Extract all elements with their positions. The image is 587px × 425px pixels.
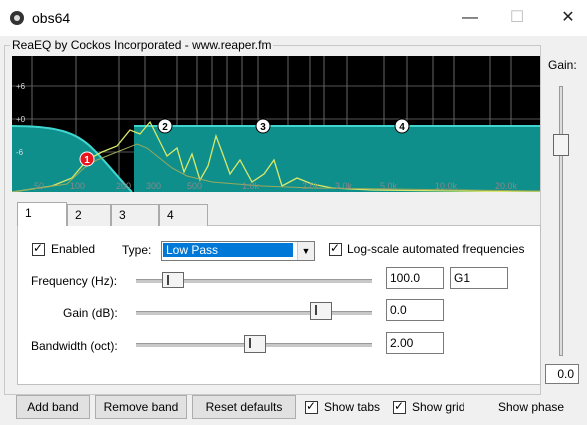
show-grid-checkbox[interactable]: ✓ bbox=[393, 399, 406, 414]
freq-label: 20.0k bbox=[495, 181, 518, 191]
obs-app-icon bbox=[10, 11, 24, 25]
bandwidth-label: Bandwidth (oct): bbox=[31, 339, 118, 353]
window-title: obs64 bbox=[32, 10, 71, 26]
show-tabs-label: Show tabs bbox=[324, 400, 381, 414]
gain-label: Gain (dB): bbox=[63, 306, 118, 320]
check-mark-icon: ✓ bbox=[33, 241, 44, 255]
gain-slider-track[interactable] bbox=[136, 311, 372, 315]
freq-label: 3.0k bbox=[335, 181, 353, 191]
remove-band-button[interactable]: Remove band bbox=[95, 395, 187, 419]
band-marker-label: 2 bbox=[162, 122, 168, 133]
type-label: Type: bbox=[122, 243, 152, 257]
enabled-checkbox[interactable]: ✓ bbox=[32, 241, 45, 256]
enabled-label: Enabled bbox=[51, 242, 96, 256]
band-marker-label: 3 bbox=[260, 122, 266, 133]
freq-label: 500 bbox=[187, 181, 202, 191]
tab-band-3[interactable]: 3 bbox=[111, 204, 159, 226]
plugin-title: ReaEQ by Cockos Incorporated - www.reape… bbox=[10, 38, 274, 52]
show-grid-label: Show grid bbox=[412, 400, 464, 414]
freq-label: 10.0k bbox=[435, 181, 458, 191]
logscale-label: Log-scale automated frequencies bbox=[347, 242, 525, 256]
frequency-input[interactable]: 100.0 bbox=[386, 267, 444, 289]
check-mark-icon: ✓ bbox=[330, 241, 341, 255]
freq-label: 300 bbox=[146, 181, 161, 191]
frequency-note-input[interactable]: G1 bbox=[450, 267, 508, 289]
gain-input[interactable]: 0.0 bbox=[386, 299, 444, 321]
bandwidth-input[interactable]: 2.00 bbox=[386, 332, 444, 354]
frequency-slider-thumb[interactable] bbox=[162, 272, 184, 288]
check-mark-icon: ✓ bbox=[306, 399, 317, 413]
master-gain-label: Gain: bbox=[548, 58, 577, 72]
freq-label: 1.0k bbox=[242, 181, 260, 191]
db-label: +0 bbox=[16, 115, 26, 124]
freq-label: 2.0k bbox=[302, 181, 320, 191]
master-gain-slider-track[interactable] bbox=[559, 86, 563, 356]
maximize-button[interactable]: ☐ bbox=[502, 8, 532, 28]
gain-slider-thumb[interactable] bbox=[310, 302, 332, 320]
tab-band-1[interactable]: 1 bbox=[17, 202, 67, 226]
show-phase-label: Show phase bbox=[498, 400, 564, 414]
band-marker-label: 4 bbox=[399, 122, 405, 133]
check-mark-icon: ✓ bbox=[394, 399, 405, 413]
add-band-button[interactable]: Add band bbox=[16, 395, 90, 419]
eq-graph[interactable]: +6 +0 -6 50 100 200 300 500 1.0k 2.0k 3.… bbox=[12, 56, 540, 192]
filter-type-value: Low Pass bbox=[163, 243, 293, 257]
freq-label: 200 bbox=[116, 181, 131, 191]
chevron-down-icon[interactable]: ▼ bbox=[297, 242, 314, 260]
logscale-checkbox[interactable]: ✓ bbox=[329, 241, 342, 256]
tab-band-2[interactable]: 2 bbox=[67, 204, 111, 226]
freq-label: 50 bbox=[34, 181, 44, 191]
db-label: -6 bbox=[16, 148, 24, 157]
band-marker-label: 1 bbox=[84, 155, 90, 166]
minimize-button[interactable]: — bbox=[455, 8, 485, 28]
title-bar bbox=[0, 0, 587, 36]
close-button[interactable]: ✕ bbox=[553, 8, 583, 28]
show-tabs-checkbox[interactable]: ✓ bbox=[305, 399, 318, 414]
freq-label: 5.0k bbox=[380, 181, 398, 191]
db-label: +6 bbox=[16, 82, 26, 91]
tab-band-4[interactable]: 4 bbox=[159, 204, 208, 226]
freq-label: 100 bbox=[70, 181, 85, 191]
frequency-label: Frequency (Hz): bbox=[31, 274, 118, 288]
master-gain-slider-thumb[interactable] bbox=[553, 134, 569, 156]
bandwidth-slider-thumb[interactable] bbox=[244, 335, 266, 353]
filter-type-select[interactable]: Low Pass ▼ bbox=[161, 241, 315, 261]
master-gain-input[interactable]: 0.0 bbox=[545, 364, 579, 384]
reset-defaults-button[interactable]: Reset defaults bbox=[192, 395, 296, 419]
